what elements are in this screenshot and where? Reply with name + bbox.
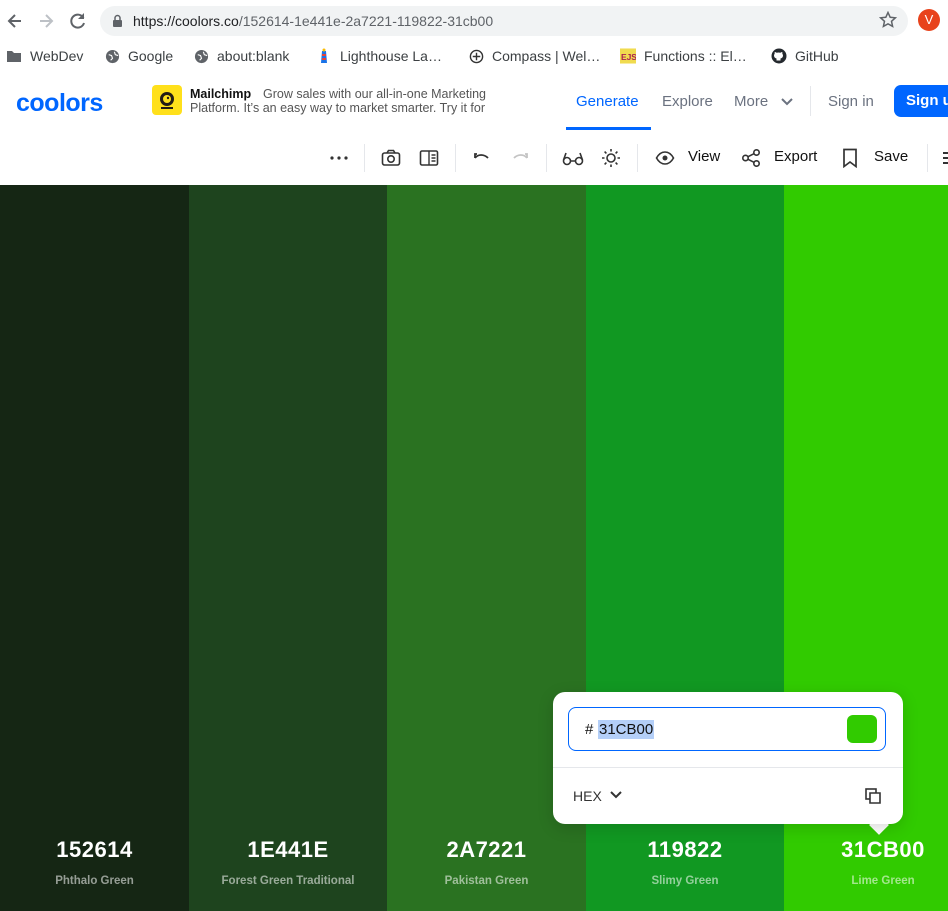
swatch-name[interactable]: Lime Green [784, 875, 948, 887]
copy-icon[interactable] [864, 787, 882, 805]
save-button[interactable]: Save [874, 148, 908, 165]
address-bar[interactable]: https://coolors.co/152614-1e441e-2a7221-… [100, 6, 908, 36]
nav-explore[interactable]: Explore [662, 93, 713, 110]
swatch-name[interactable]: Pakistan Green [387, 875, 586, 887]
bookmark-lighthouse[interactable]: Lighthouse La… [316, 46, 442, 66]
ejs-icon: EJS [620, 48, 636, 64]
popover-divider [553, 767, 903, 768]
menu-icon[interactable] [938, 147, 948, 169]
ad-text-line1[interactable]: Grow sales with our all-in-one Marketing [263, 87, 486, 101]
toolbar-separator [637, 144, 638, 172]
header-divider [810, 86, 811, 116]
coolors-logo[interactable]: coolors [16, 89, 103, 118]
eye-icon[interactable] [654, 147, 676, 169]
brightness-icon[interactable] [600, 147, 622, 169]
chevron-down-icon [780, 97, 794, 107]
bookmark-google[interactable]: Google [104, 46, 173, 66]
lock-icon [112, 14, 123, 28]
profile-avatar[interactable]: V [918, 9, 940, 31]
bookmark-compass[interactable]: Compass | Wel… [468, 46, 600, 66]
view-button[interactable]: View [688, 148, 720, 165]
folder-icon [6, 48, 22, 64]
reload-icon[interactable] [67, 10, 89, 32]
color-swatch[interactable]: 152614 Phthalo Green [0, 185, 189, 911]
color-preview [847, 715, 877, 743]
hex-input[interactable]: # 31CB00 [568, 707, 886, 751]
url-text: https://coolors.co/152614-1e441e-2a7221-… [133, 13, 494, 29]
globe-icon [104, 48, 120, 64]
hash-symbol: # [585, 721, 594, 738]
toolbar-separator [455, 144, 456, 172]
swatch-name[interactable]: Forest Green Traditional [189, 875, 387, 887]
swatch-hex[interactable]: 152614 [0, 837, 189, 863]
swatch-hex[interactable]: 119822 [586, 837, 784, 863]
camera-icon[interactable] [380, 147, 402, 169]
browser-toolbar: https://coolors.co/152614-1e441e-2a7221-… [0, 0, 948, 41]
palette-toolbar: View Export Save [0, 130, 948, 185]
bookmark-star-icon[interactable] [879, 11, 897, 29]
mailchimp-icon[interactable] [152, 85, 182, 115]
bookmark-webdev[interactable]: WebDev [6, 46, 83, 66]
github-icon [771, 48, 787, 64]
signup-button[interactable]: Sign up [894, 85, 948, 117]
swatch-name[interactable]: Phthalo Green [0, 875, 189, 887]
svg-text:EJS: EJS [621, 52, 636, 62]
ad-text-line2[interactable]: Platform. It’s an easy way to market sma… [190, 101, 485, 115]
nav-generate[interactable]: Generate [576, 93, 639, 110]
swatch-hex[interactable]: 1E441E [189, 837, 387, 863]
color-swatch[interactable]: 1E441E Forest Green Traditional [189, 185, 387, 911]
forward-icon[interactable] [35, 10, 57, 32]
bookmark-github[interactable]: GitHub [771, 46, 839, 66]
color-picker-popover: # 31CB00 HEX [553, 692, 903, 824]
export-button[interactable]: Export [774, 148, 817, 165]
bookmarks-bar: WebDev Google about:blank Lighthouse La…… [0, 41, 948, 73]
bookmark-icon[interactable] [839, 147, 861, 169]
site-header: coolors Mailchimp Grow sales with our al… [0, 72, 948, 131]
toolbar-separator [927, 144, 928, 172]
back-icon[interactable] [4, 10, 26, 32]
side-panel-icon[interactable] [418, 147, 440, 169]
glasses-icon[interactable] [562, 147, 584, 169]
undo-icon[interactable] [471, 147, 493, 169]
redo-icon[interactable] [509, 147, 531, 169]
compass-icon [468, 48, 484, 64]
toolbar-separator [546, 144, 547, 172]
color-mode-select[interactable]: HEX [573, 788, 602, 804]
share-icon[interactable] [740, 147, 762, 169]
ad-brand[interactable]: Mailchimp [190, 87, 251, 101]
swatch-hex[interactable]: 2A7221 [387, 837, 586, 863]
nav-more[interactable]: More [734, 93, 768, 110]
more-options-icon[interactable] [328, 147, 350, 169]
chevron-down-icon[interactable] [609, 790, 623, 800]
lighthouse-icon [316, 48, 332, 64]
toolbar-separator [364, 144, 365, 172]
swatch-hex[interactable]: 31CB00 [784, 837, 948, 863]
swatch-name[interactable]: Slimy Green [586, 875, 784, 887]
hex-input-value[interactable]: 31CB00 [598, 720, 655, 739]
bookmark-about-blank[interactable]: about:blank [193, 46, 289, 66]
bookmark-functions[interactable]: EJS Functions :: El… [620, 46, 747, 66]
globe-icon [193, 48, 209, 64]
signin-link[interactable]: Sign in [828, 93, 874, 110]
